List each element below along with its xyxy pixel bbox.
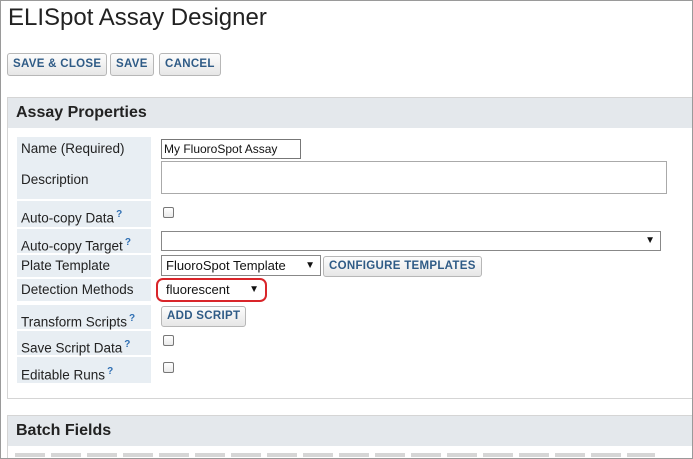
auto-copy-data-label: Auto-copy Data? — [17, 201, 151, 227]
auto-copy-target-select[interactable]: ▼ — [161, 231, 661, 251]
caret-down-icon: ▼ — [645, 235, 655, 246]
help-icon[interactable]: ? — [116, 209, 122, 220]
assay-properties-header: Assay Properties — [8, 98, 692, 128]
detection-methods-highlight — [156, 278, 267, 302]
plate-template-row: Plate Template FluoroSpot Template ▼ CON… — [17, 255, 482, 277]
assay-designer-window: ELISpot Assay Designer SAVE & CLOSE SAVE… — [0, 0, 693, 459]
name-input[interactable] — [161, 139, 301, 159]
plate-template-label-text: Plate Template — [21, 258, 111, 273]
detection-methods-row: Detection Methods fluorescent ▼ — [17, 279, 265, 301]
auto-copy-data-label-text: Auto-copy Data — [21, 210, 115, 226]
transform-scripts-label: Transform Scripts? — [17, 305, 151, 330]
plate-template-select[interactable]: FluoroSpot Template ▼ — [161, 255, 321, 276]
help-icon[interactable]: ? — [129, 313, 135, 324]
description-label: Description — [17, 161, 151, 199]
help-icon[interactable]: ? — [125, 237, 131, 248]
auto-copy-target-label: Auto-copy Target? — [17, 229, 151, 254]
help-icon[interactable]: ? — [107, 366, 113, 377]
cancel-button[interactable]: CANCEL — [159, 53, 221, 76]
help-icon[interactable]: ? — [124, 339, 130, 350]
page-title: ELISpot Assay Designer — [8, 4, 267, 31]
save-and-close-button[interactable]: SAVE & CLOSE — [7, 53, 108, 76]
auto-copy-data-checkbox[interactable] — [163, 207, 174, 218]
add-script-button[interactable]: ADD SCRIPT — [161, 306, 247, 327]
detection-methods-label-text: Detection Methods — [21, 282, 134, 297]
auto-copy-target-row: Auto-copy Target? ▼ — [17, 229, 661, 254]
save-button[interactable]: SAVE — [110, 53, 154, 76]
editable-runs-label: Editable Runs? — [17, 357, 151, 383]
editable-runs-checkbox[interactable] — [163, 362, 174, 373]
description-textarea[interactable] — [161, 161, 667, 194]
configure-templates-button[interactable]: CONFIGURE TEMPLATES — [323, 256, 482, 277]
name-label-text: Name (Required) — [21, 141, 125, 156]
save-script-data-label-text: Save Script Data — [21, 340, 123, 356]
save-script-data-label: Save Script Data? — [17, 331, 151, 356]
plate-template-label: Plate Template — [17, 255, 151, 277]
save-script-data-checkbox[interactable] — [163, 335, 174, 346]
name-label: Name (Required) — [17, 137, 151, 161]
batch-fields-header: Batch Fields — [8, 416, 692, 446]
transform-scripts-label-text: Transform Scripts — [21, 314, 128, 330]
editable-runs-label-text: Editable Runs — [21, 367, 106, 383]
plate-template-value: FluoroSpot Template — [166, 258, 286, 273]
batch-fields-description-text — [15, 453, 655, 457]
auto-copy-target-label-text: Auto-copy Target — [21, 238, 123, 254]
detection-methods-label: Detection Methods — [17, 279, 151, 301]
description-label-text: Description — [21, 172, 89, 187]
caret-down-icon: ▼ — [305, 260, 315, 271]
